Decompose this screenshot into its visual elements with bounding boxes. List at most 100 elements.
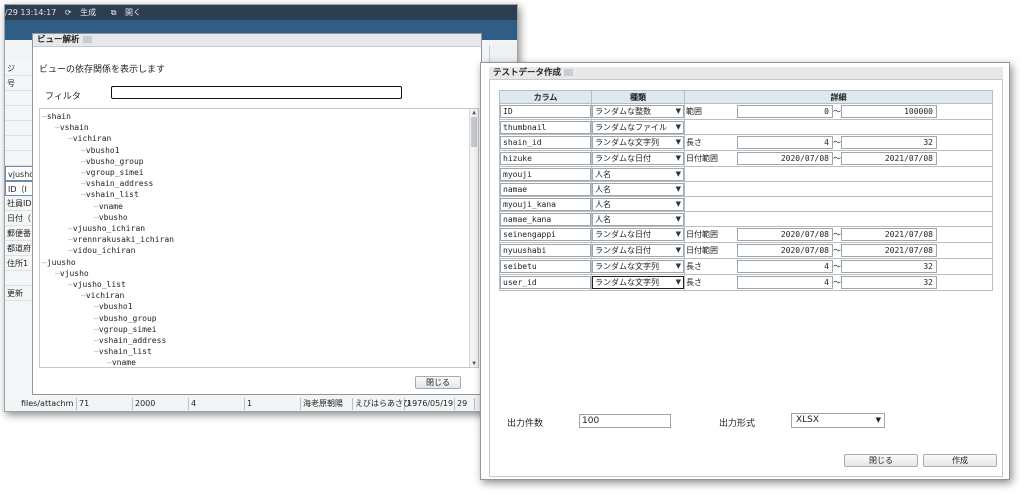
filter-input[interactable] [111,86,402,99]
chevron-down-icon: ▼ [675,122,681,131]
tree-node[interactable]: –vichiran [81,290,124,301]
tree-node[interactable]: –vbusho1 [94,301,133,312]
tree-node[interactable]: –vjusho_list [68,279,126,290]
tree-node[interactable]: –vshain_list [94,346,152,357]
column-name-input[interactable]: ID [500,105,591,118]
detail-from-input[interactable]: 2020/07/08 [737,152,833,165]
type-select[interactable]: ランダムな日付 ▼ [592,152,684,165]
view-close-button[interactable]: 閉じる [415,376,461,389]
type-select[interactable]: ランダムな日付 ▼ [592,244,684,257]
type-select[interactable]: ランダムなファイル ▼ [592,120,684,134]
tree-scrollbar[interactable]: ▲ ▼ [469,109,478,367]
detail-from-input[interactable]: 4 [737,260,833,273]
tree-node[interactable]: –vbusho1 [81,145,120,156]
column-name-input[interactable]: myouji [500,167,591,181]
detail-to-input[interactable]: 2021/07/08 [841,244,937,257]
test-dialog-title-bar[interactable]: テストデータ作成 [489,67,1003,80]
type-select[interactable]: 人名 ▼ [592,167,684,181]
range-separator: 〜 [833,278,841,287]
detail-cell: 日付範囲 2020/07/08 〜 2021/07/08 [684,150,993,167]
open-button[interactable]: ⧉ 開く [111,8,147,17]
column-name-input[interactable]: myouji_kana [500,197,591,211]
type-select[interactable]: ランダムな日付 ▼ [592,228,684,241]
column-name-input[interactable]: hizuke [500,152,591,165]
chevron-down-icon: ▼ [675,199,681,208]
column-name-input[interactable]: namae_kana [500,212,591,226]
range-separator: 〜 [833,230,841,239]
chevron-down-icon: ▼ [675,184,681,193]
column-cell: nyuushabi [499,242,592,259]
column-name-input[interactable]: namae [500,182,591,196]
type-select[interactable]: ランダムな文字列 ▼ [592,260,684,273]
range-separator: 〜 [833,246,841,255]
tree-node[interactable]: –vname [94,201,123,212]
tree-node[interactable]: –vshain_list [81,189,139,200]
type-select[interactable]: ランダムな整数 ▼ [592,105,684,118]
tree-node[interactable]: –vname [107,357,136,367]
tree-node[interactable]: –vshain_address [81,178,153,189]
detail-from-input[interactable]: 2020/07/08 [737,228,833,241]
type-select[interactable]: ランダムな文字列 ▼ [592,136,684,149]
column-name-input[interactable]: seibetu [500,260,591,273]
refresh-button[interactable]: ⟳ 生成 [65,8,102,17]
detail-from-input[interactable]: 2020/07/08 [737,244,833,257]
create-button[interactable]: 作成 [923,454,997,467]
scroll-up-icon[interactable]: ▲ [470,109,478,116]
tree-node[interactable]: –vbusho_group [94,313,157,324]
tree-node-label: vjusho_list [72,280,126,289]
type-select[interactable]: 人名 ▼ [592,197,684,211]
tree-node-label: vshain_list [98,347,152,357]
detail-from-input[interactable]: 4 [737,276,833,289]
tree-node-label: vbusho1 [98,302,133,312]
test-close-button[interactable]: 閉じる [844,454,918,467]
chevron-down-icon: ▼ [675,154,681,162]
detail-to-input[interactable]: 32 [841,136,937,149]
tree-node[interactable]: –vgroup_simei [94,324,157,335]
output-format-select[interactable]: XLSX ▼ [791,413,885,428]
detail-to-input[interactable]: 32 [841,260,937,273]
detail-to-input[interactable]: 100000 [841,105,937,118]
tree-node[interactable]: –vichiran [68,133,111,144]
detail-to-input[interactable]: 2021/07/08 [841,228,937,241]
column-name-input[interactable]: nyuushabi [500,244,591,257]
type-select[interactable]: ランダムな文字列 ▼ [592,276,684,289]
detail-cell [684,119,993,135]
tree-node[interactable]: –vshain [55,122,89,133]
datetime-label: /29 13:14:17 [5,8,57,17]
column-name-input[interactable]: seinengappi [500,228,591,241]
scroll-thumb[interactable] [471,117,477,147]
chevron-down-icon: ▼ [675,278,681,286]
detail-to-input[interactable]: 2021/07/08 [841,152,937,165]
tree-node[interactable]: –vjuusho_ichiran [68,223,145,234]
tree-node[interactable]: –vgroup_simei [81,167,144,178]
type-select-value: ランダムな日付 [595,246,651,255]
tree-node[interactable]: –juusho [42,257,76,268]
chevron-down-icon: ▼ [675,246,681,254]
tree-node[interactable]: –vbusho [94,212,128,223]
detail-to-input[interactable]: 32 [841,276,937,289]
tree-node[interactable]: –vjusho [55,268,89,279]
output-count-input[interactable]: 100 [579,414,671,428]
tree-node[interactable]: –shain [42,111,71,122]
tree-node[interactable]: –vshain_address [94,335,166,346]
tree-node[interactable]: –vbusho_group [81,156,144,167]
scroll-down-icon[interactable]: ▼ [470,360,478,367]
tree-node[interactable]: –vidou_ichiran [68,245,135,256]
type-select[interactable]: 人名 ▼ [592,182,684,196]
dependency-tree[interactable]: ▲ ▼ –shain –vshain –vichiran –vbusho1 –vbush… [39,108,479,368]
detail-label: 長さ [686,262,702,271]
detail-label: 日付範囲 [686,230,718,239]
column-name-input[interactable]: thumbnail [500,120,591,134]
app-grid-row: files/attachm 71 2000 4 1 海老原朝陽 えびはらあさひ1976/05… [19,398,517,410]
column-name-input[interactable]: shain_id [500,136,591,149]
column-name-input[interactable]: user_id [500,276,591,289]
tree-node[interactable]: –vrennrakusaki_ichiran [68,234,174,245]
view-dialog-title-bar[interactable]: ビュー解析 [33,34,481,47]
detail-from-input[interactable]: 0 [737,105,833,118]
detail-from-input[interactable]: 4 [737,136,833,149]
filter-label: フィルタ [45,92,81,102]
type-select[interactable]: 人名 ▼ [592,212,684,226]
type-cell: ランダムなファイル ▼ [591,119,685,135]
column-cell: ID [499,103,592,120]
type-select-value: ランダムな文字列 [595,138,659,147]
